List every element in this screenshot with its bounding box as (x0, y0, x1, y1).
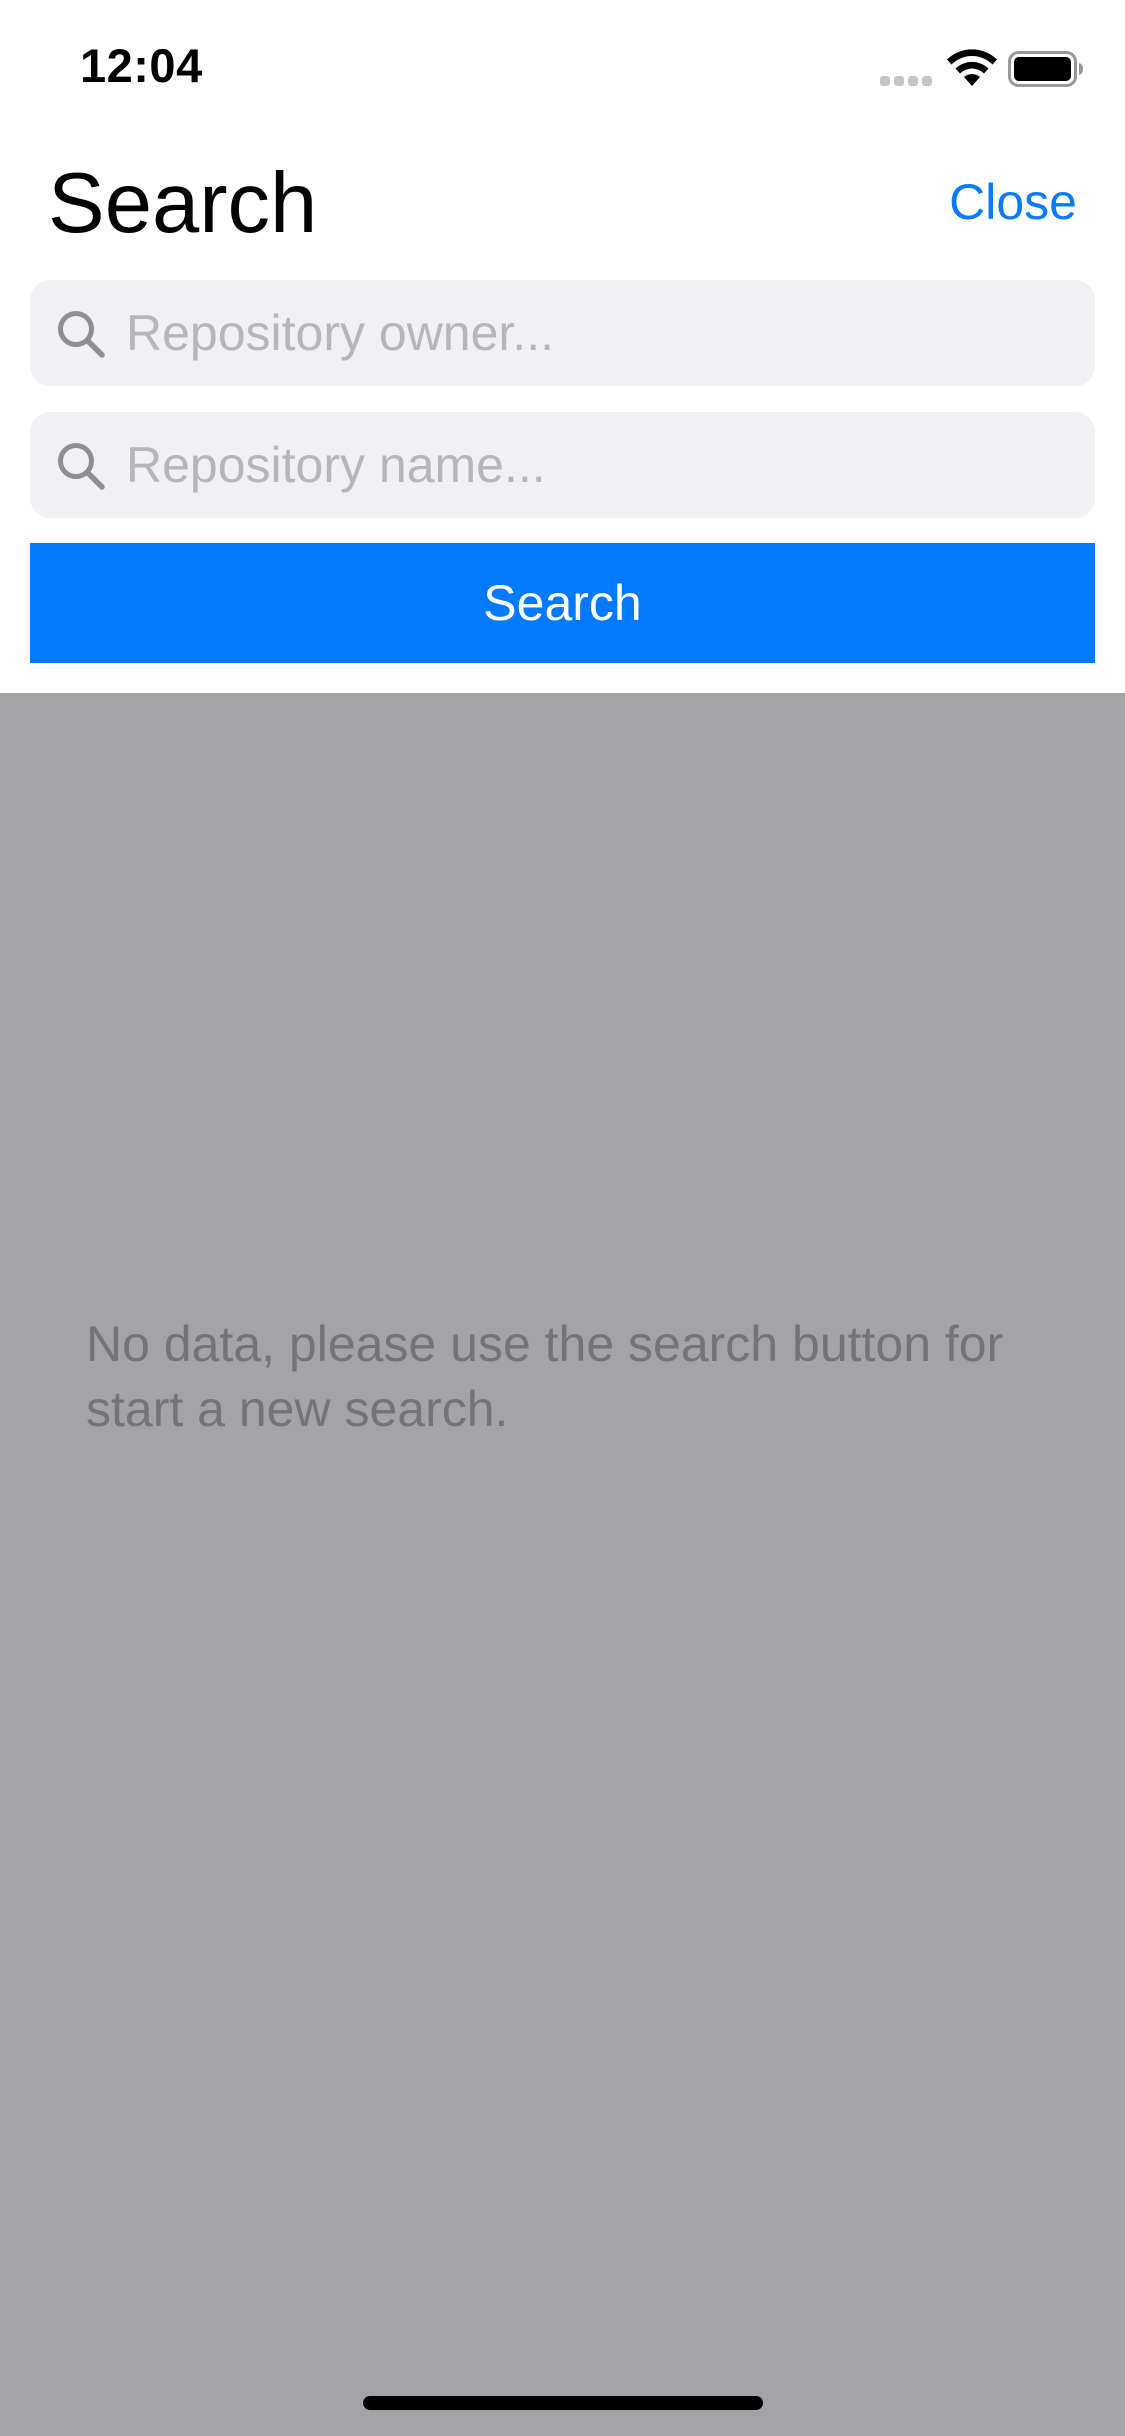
home-indicator[interactable] (363, 2396, 763, 2410)
wifi-icon (947, 49, 997, 86)
page-title: Search (48, 156, 318, 251)
search-icon (58, 443, 105, 490)
cellular-signal-icon (880, 76, 934, 86)
search-sheet: 12:04 Search Close Repository owner... R… (0, 0, 1125, 693)
repository-owner-search-field[interactable] (30, 280, 1095, 386)
repository-name-search-field[interactable] (30, 412, 1095, 518)
status-time: 12:04 (80, 39, 203, 92)
search-icon (58, 311, 105, 358)
search-button[interactable]: Search (30, 543, 1095, 663)
repository-name-input[interactable] (126, 412, 1076, 518)
status-bar: 12:04 (0, 0, 1125, 132)
close-button[interactable]: Close (949, 170, 1077, 234)
empty-state-message: No data, please use the search button fo… (86, 1316, 1004, 1437)
repository-owner-input[interactable] (126, 280, 1076, 386)
battery-icon (1008, 51, 1083, 87)
